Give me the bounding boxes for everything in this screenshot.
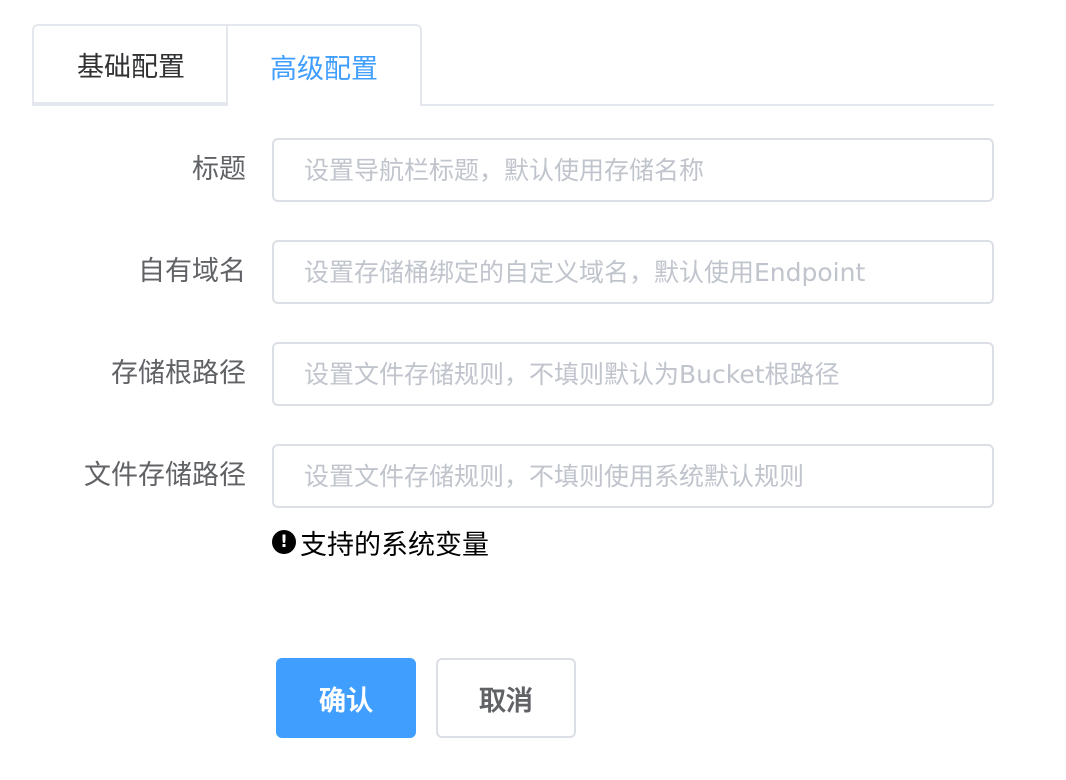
exclamation-circle-icon: ! — [272, 530, 296, 554]
form-row-title: 标题 — [0, 138, 1066, 202]
root-path-label: 存储根路径 — [111, 358, 246, 389]
tabs-divider — [32, 104, 994, 106]
title-label: 标题 — [192, 154, 246, 185]
config-tabs: 基础配置 高级配置 — [32, 24, 994, 106]
custom-domain-label: 自有域名 — [138, 256, 246, 287]
system-variables-text: 支持的系统变量 — [300, 529, 489, 561]
tab-advanced-config[interactable]: 高级配置 — [226, 24, 422, 106]
form-row-root-path: 存储根路径 — [0, 342, 1066, 406]
form-row-custom-domain: 自有域名 — [0, 240, 1066, 304]
system-variables-hint[interactable]: ! 支持的系统变量 — [272, 522, 489, 562]
confirm-button[interactable]: 确认 — [276, 658, 416, 738]
custom-domain-input[interactable] — [272, 240, 994, 304]
title-input[interactable] — [272, 138, 994, 202]
form-row-file-path: 文件存储路径 — [0, 444, 1066, 508]
cancel-button[interactable]: 取消 — [436, 658, 576, 738]
root-path-input[interactable] — [272, 342, 994, 406]
file-path-label: 文件存储路径 — [84, 460, 246, 491]
file-path-input[interactable] — [272, 444, 994, 508]
tab-basic-config[interactable]: 基础配置 — [32, 24, 228, 104]
